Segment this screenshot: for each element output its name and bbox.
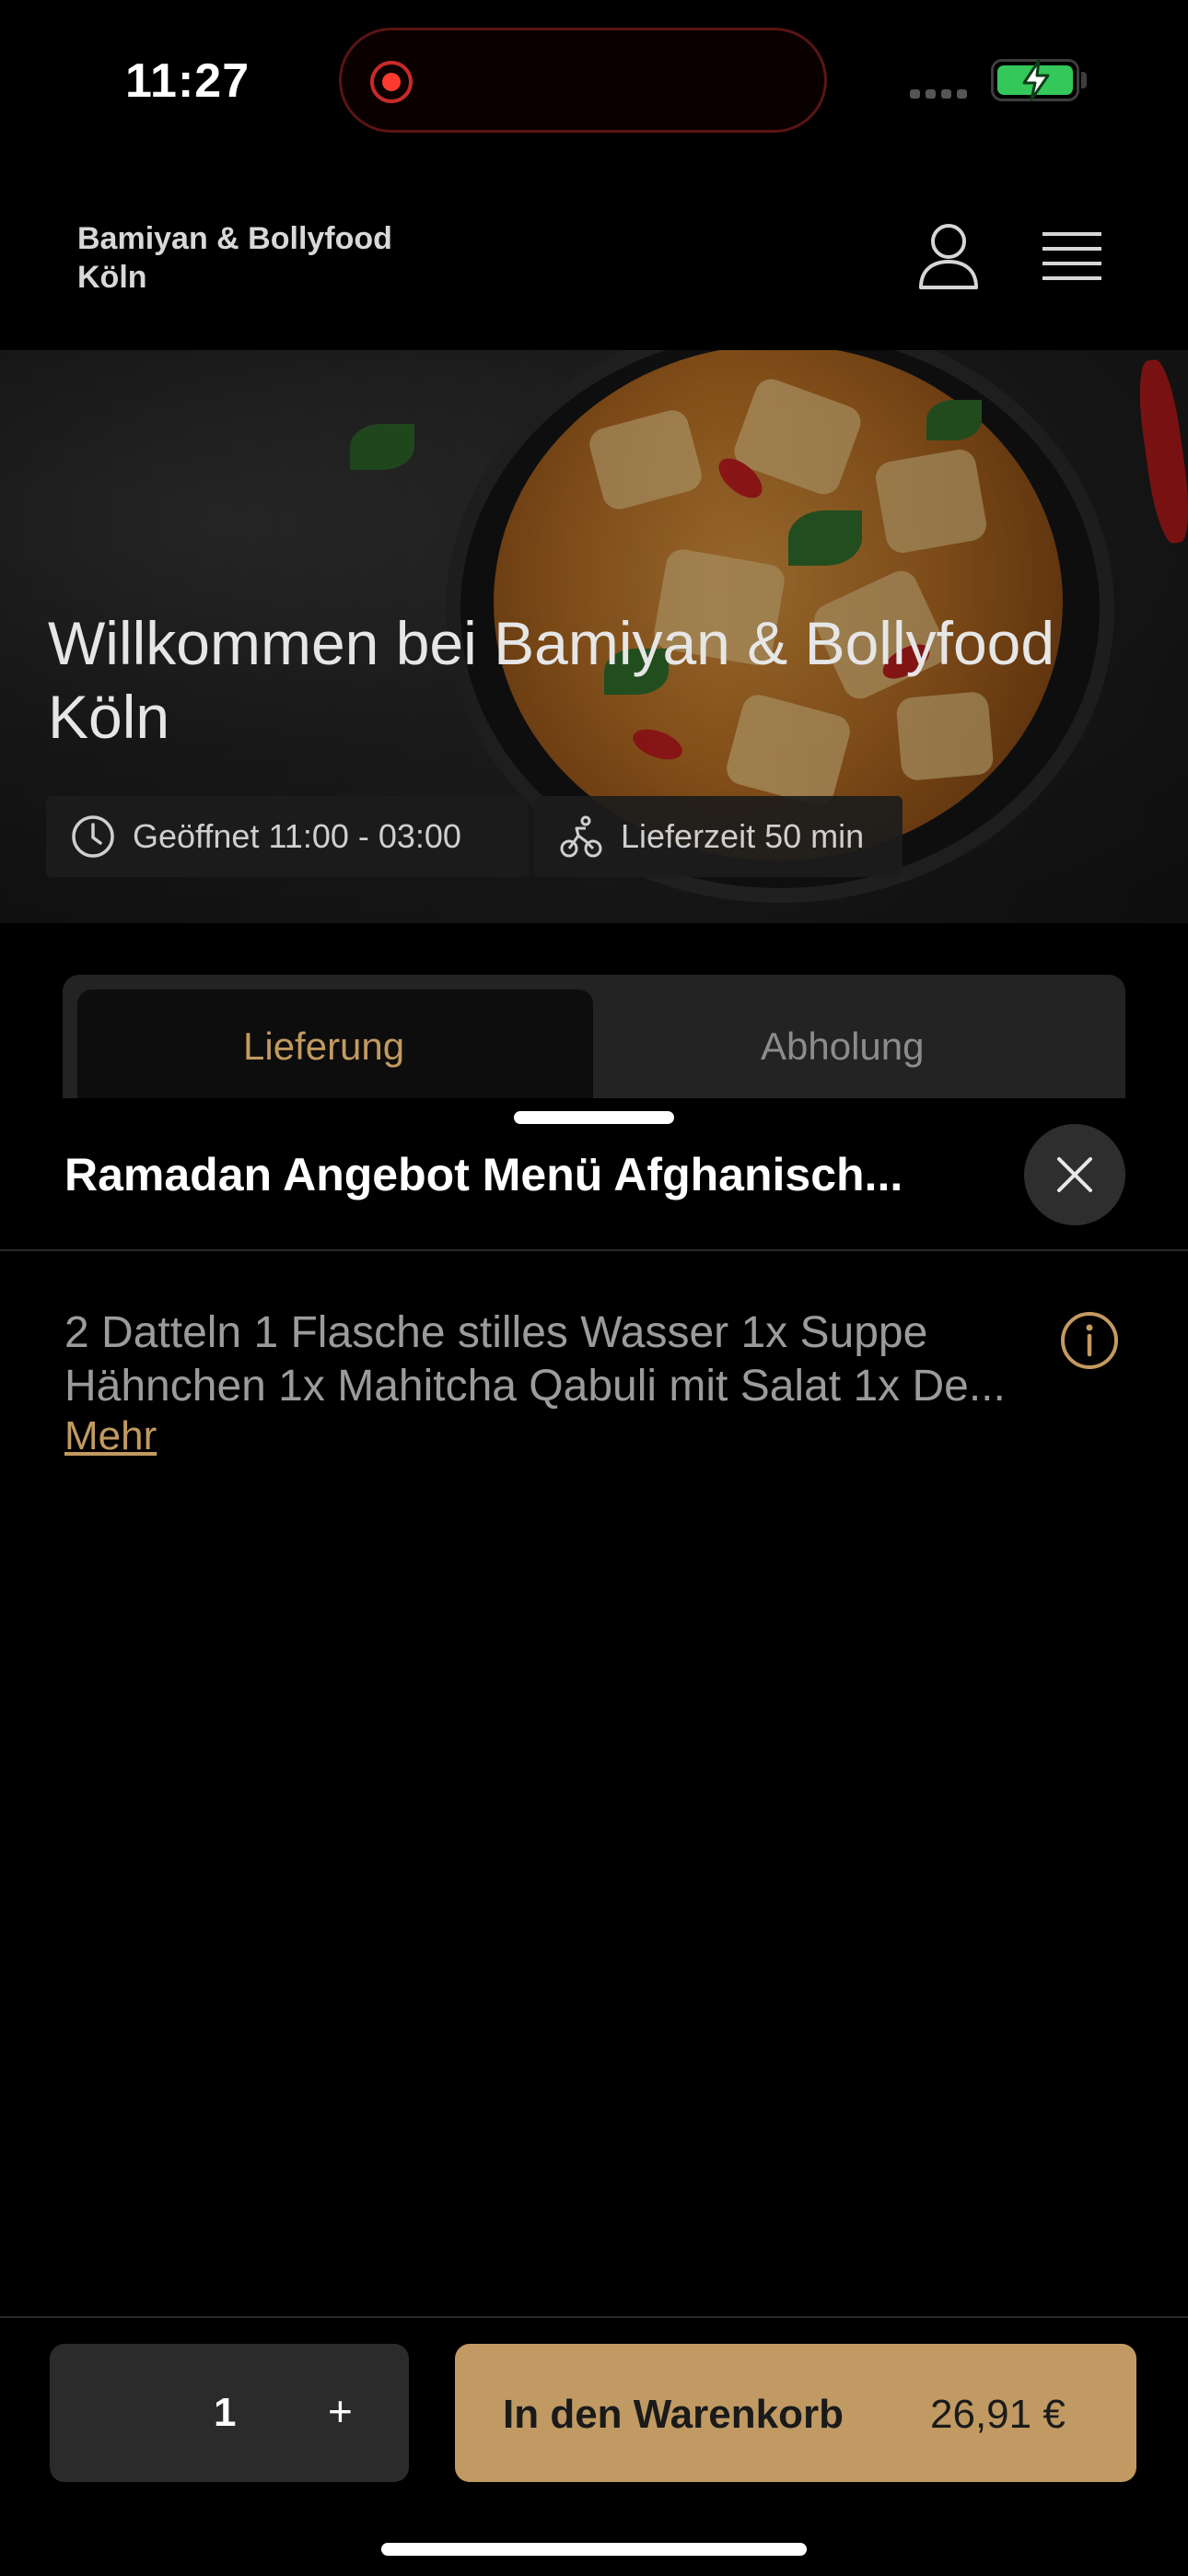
sheet-divider: [0, 1249, 1188, 1251]
clock-icon: [72, 815, 114, 858]
close-icon: [1057, 1157, 1092, 1192]
cellular-signal-icon: [910, 87, 974, 99]
brand-city: Köln: [77, 260, 147, 295]
restaurant-brand[interactable]: Bamiyan & Bollyfood Köln: [77, 219, 464, 297]
add-to-cart-label[interactable]: In den Warenkorb: [503, 2392, 844, 2438]
opening-hours-text: Geöffnet 11:00 - 03:00: [133, 817, 461, 855]
opening-hours-chip: Geöffnet 11:00 - 03:00: [46, 796, 529, 877]
charging-bolt-icon: [1022, 59, 1050, 101]
quantity-value: 1: [214, 2390, 237, 2435]
footer-divider: [0, 2316, 1188, 2318]
more-link[interactable]: Mehr: [64, 1413, 157, 1459]
hamburger-menu-icon[interactable]: [1041, 230, 1103, 284]
recording-indicator-icon: [370, 61, 413, 103]
hero-banner: Willkommen bei Bamiyan & Bollyfood Köln …: [0, 350, 1188, 923]
description-line-1: 2 Datteln 1 Flasche stilles Wasser 1x Su…: [64, 1308, 928, 1357]
hero-title: Willkommen bei Bamiyan & Bollyfood Köln: [48, 609, 1055, 751]
product-description: 2 Datteln 1 Flasche stilles Wasser 1x Su…: [64, 1306, 1059, 1413]
sheet-drag-handle[interactable]: [514, 1111, 674, 1124]
tab-delivery-label[interactable]: Lieferung: [243, 1025, 404, 1069]
brand-name: Bamiyan & Bollyfood: [77, 221, 392, 256]
cyclist-icon: [560, 815, 602, 858]
cart-price[interactable]: 26,91 €: [930, 2392, 1066, 2438]
info-icon[interactable]: [1059, 1310, 1120, 1371]
close-button[interactable]: [1024, 1124, 1125, 1225]
description-line-2: Hähnchen 1x Mahitcha Qabuli mit Salat 1x…: [64, 1362, 1006, 1411]
delivery-time-text: Lieferzeit 50 min: [621, 817, 865, 855]
increment-button[interactable]: +: [328, 2386, 353, 2436]
tab-pickup-label[interactable]: Abholung: [761, 1025, 925, 1069]
status-time: 11:27: [125, 54, 250, 108]
user-icon[interactable]: [917, 221, 980, 291]
battery-cap: [1081, 72, 1087, 88]
home-indicator[interactable]: [381, 2543, 807, 2556]
product-title: Ramadan Angebot Menü Afghanisch...: [64, 1149, 903, 1200]
delivery-time-chip: Lieferzeit 50 min: [534, 796, 903, 877]
